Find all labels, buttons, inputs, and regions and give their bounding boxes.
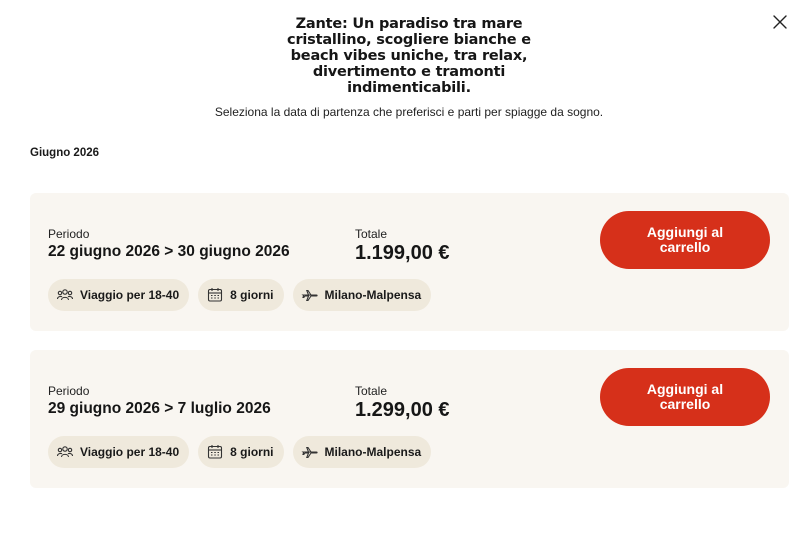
- group-icon: [56, 286, 74, 304]
- chip-label: 8 giorni: [230, 445, 274, 459]
- chip-label: Viaggio per 18-40: [80, 288, 180, 302]
- modal-subtitle: Seleziona la data di partenza che prefer…: [214, 105, 604, 119]
- calendar-icon: [206, 443, 224, 461]
- chip-departure: Milano-Malpensa: [292, 436, 432, 468]
- chip-label: Milano-Malpensa: [324, 445, 422, 459]
- chip-departure: Milano-Malpensa: [292, 279, 432, 311]
- period-value: 29 giugno 2026 > 7 luglio 2026: [48, 400, 271, 417]
- total-price: 1.199,00 €: [355, 242, 450, 264]
- title-line: cristallino, scogliere bianche e: [287, 32, 531, 48]
- offer-chips: Viaggio per 18-40 8 giorni Milano-Malpen…: [48, 436, 432, 468]
- close-button[interactable]: [768, 10, 792, 34]
- plane-icon: [300, 443, 319, 461]
- modal-title: Zante: Un paradiso tra mare cristallino,…: [250, 16, 568, 96]
- title-line: indimenticabili.: [347, 80, 471, 96]
- chip-label: Milano-Malpensa: [324, 288, 422, 302]
- chip-travel-group: Viaggio per 18-40: [48, 279, 190, 311]
- add-to-cart-button[interactable]: Aggiungi al carrello: [600, 368, 770, 426]
- period-value: 22 giugno 2026 > 30 giugno 2026: [48, 243, 290, 260]
- plane-icon: [300, 286, 319, 304]
- chip-duration: 8 giorni: [198, 436, 284, 468]
- calendar-icon: [206, 286, 224, 304]
- period-label: Periodo: [48, 384, 90, 398]
- total-label: Totale: [355, 227, 388, 241]
- offer-chips: Viaggio per 18-40 8 giorni Milano-Malpen…: [48, 279, 432, 311]
- title-line: divertimento e tramonti: [312, 64, 506, 80]
- offer-card: Periodo 22 giugno 2026 > 30 giugno 2026 …: [30, 193, 789, 331]
- offer-card: Periodo 29 giugno 2026 > 7 luglio 2026 T…: [30, 350, 789, 488]
- add-to-cart-button[interactable]: Aggiungi al carrello: [600, 211, 770, 269]
- chip-label: Viaggio per 18-40: [80, 445, 180, 459]
- total-price: 1.299,00 €: [355, 399, 450, 421]
- month-heading: Giugno 2026: [30, 147, 100, 159]
- title-line: beach vibes uniche, tra relax,: [290, 48, 528, 64]
- title-line: Zante: Un paradiso tra mare: [295, 16, 523, 32]
- chip-travel-group: Viaggio per 18-40: [48, 436, 190, 468]
- chip-label: 8 giorni: [230, 288, 274, 302]
- close-icon: [773, 15, 787, 29]
- total-label: Totale: [355, 384, 388, 398]
- chip-duration: 8 giorni: [198, 279, 284, 311]
- group-icon: [56, 443, 74, 461]
- period-label: Periodo: [48, 227, 90, 241]
